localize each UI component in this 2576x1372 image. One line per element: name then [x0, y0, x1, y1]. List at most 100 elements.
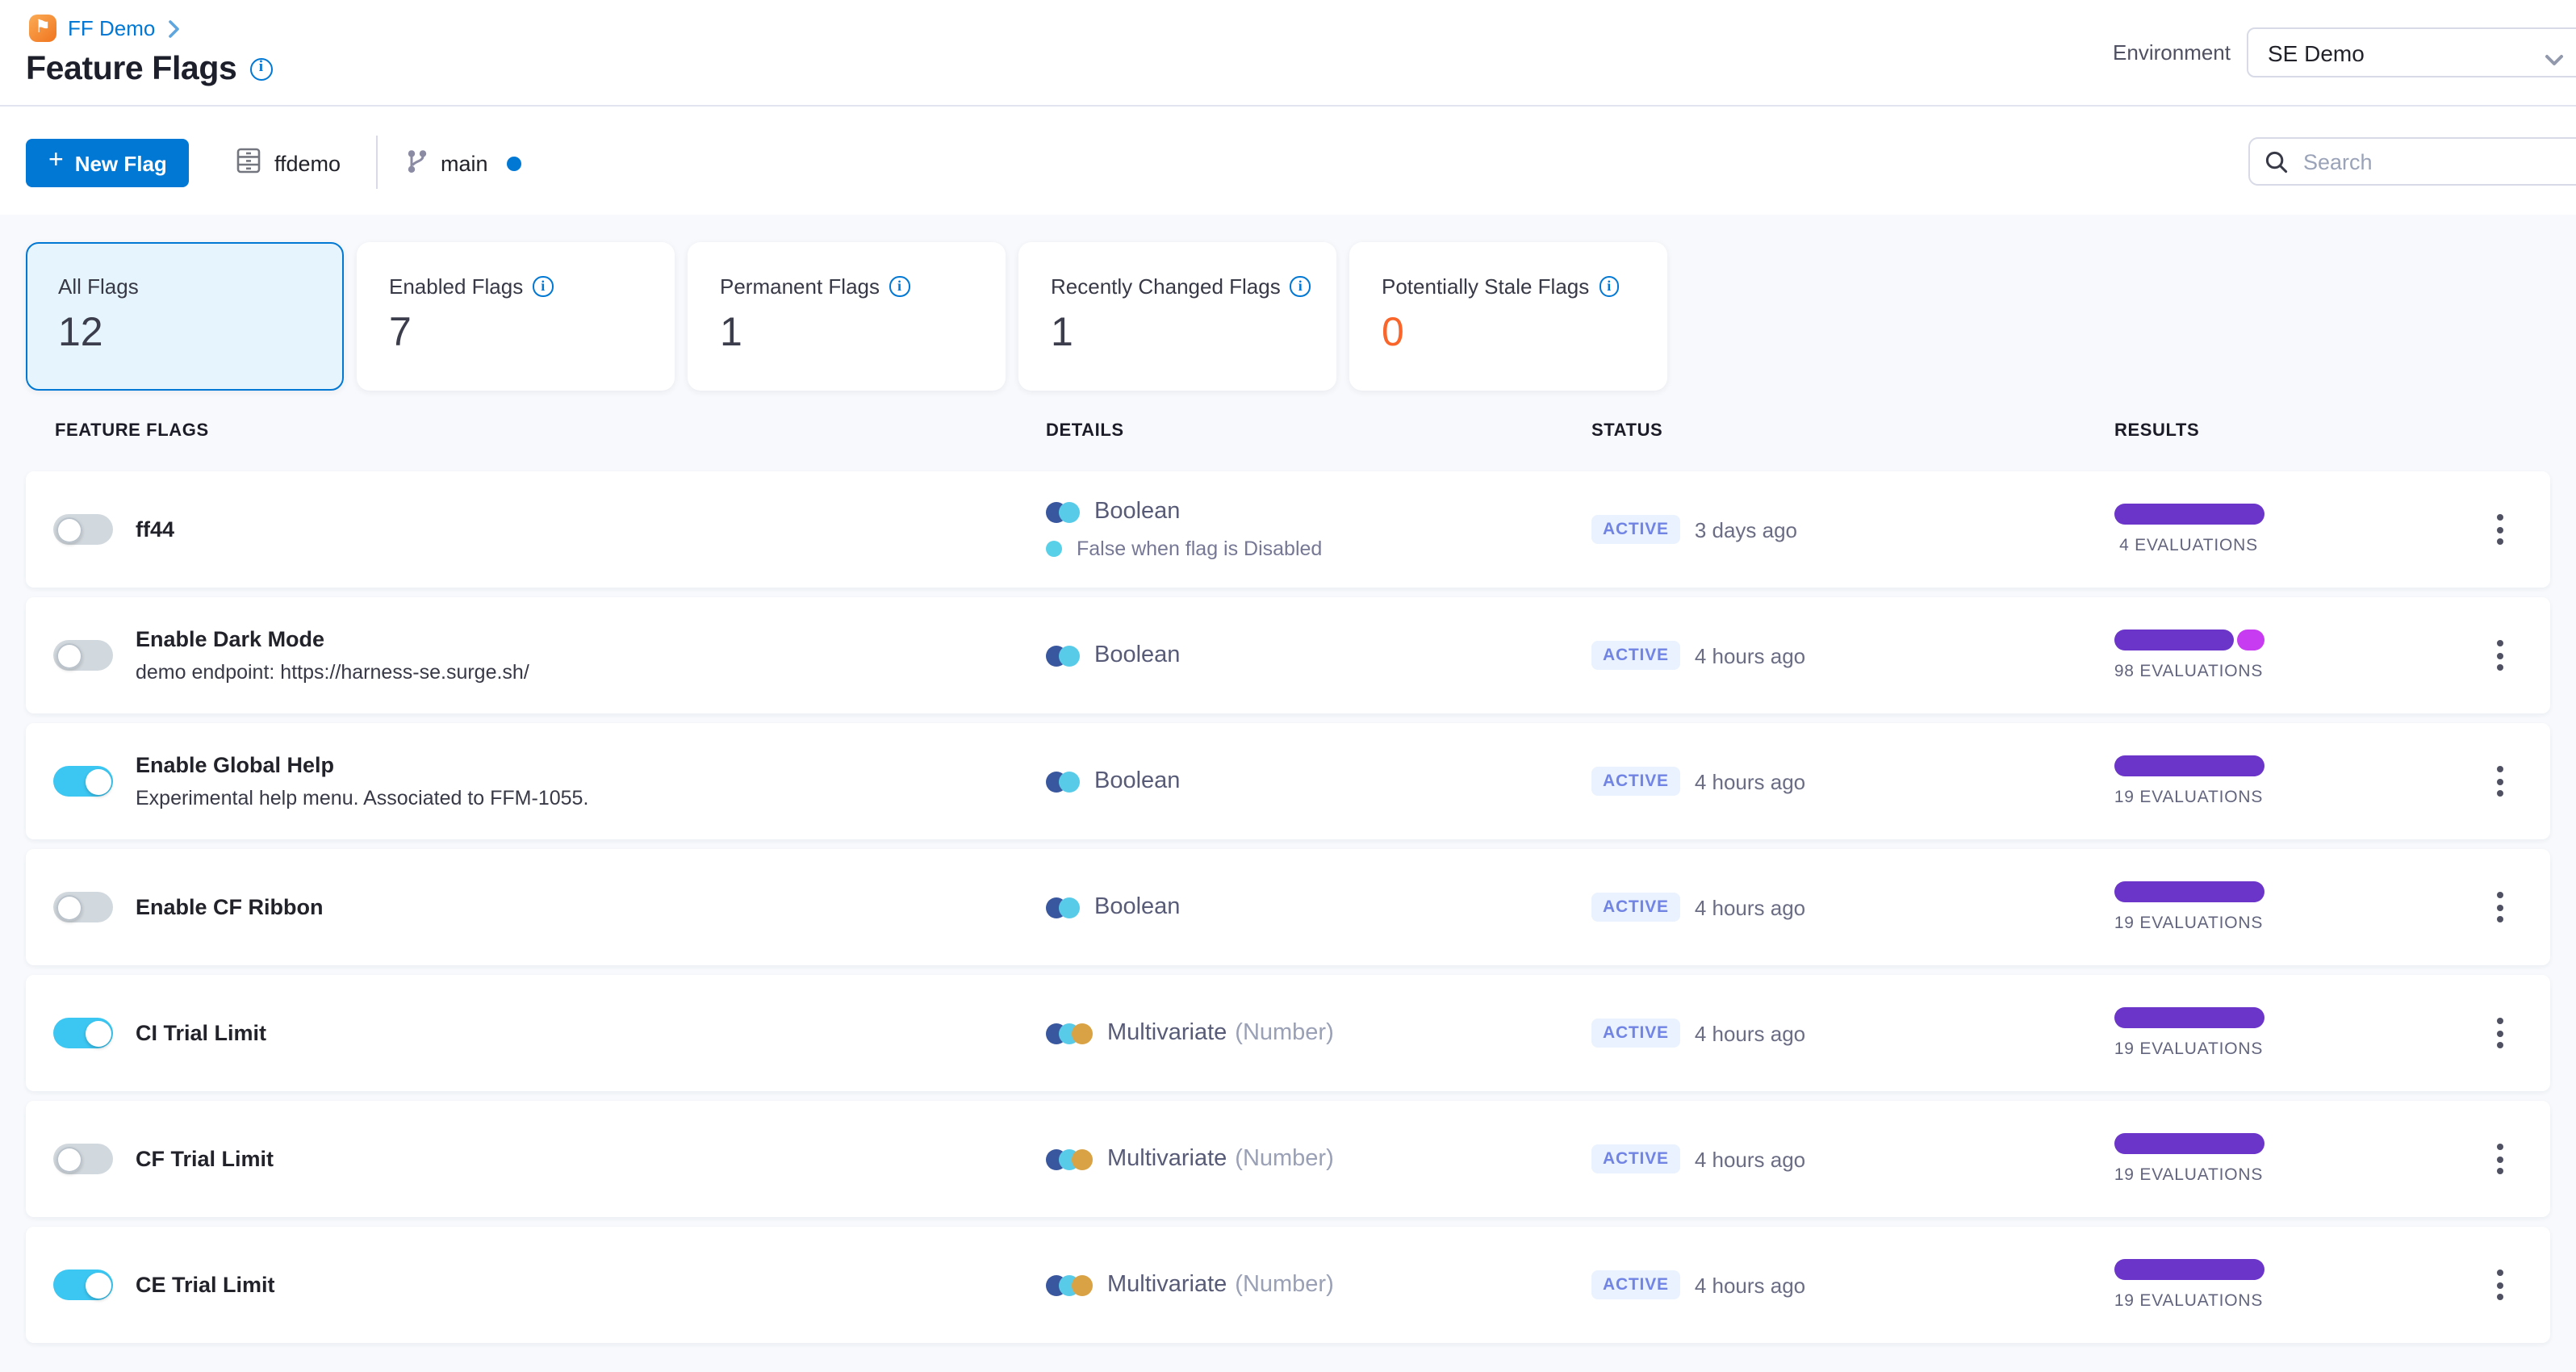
- row-menu-button[interactable]: [2486, 1137, 2515, 1181]
- row-menu-button[interactable]: [2486, 1011, 2515, 1055]
- table-row[interactable]: ff44 Boolean False when flag is Disabled…: [26, 471, 2550, 588]
- last-updated: 4 hours ago: [1694, 769, 1806, 793]
- status-badge: ACTIVE: [1591, 1270, 1680, 1299]
- flag-name-block: CE Trial Limit: [136, 1273, 275, 1297]
- status-badge: ACTIVE: [1591, 1144, 1680, 1173]
- branch-selector[interactable]: main: [405, 139, 522, 187]
- info-icon[interactable]: i: [249, 58, 273, 81]
- flag-results: 19 EVALUATIONS: [2027, 881, 2350, 933]
- table-row[interactable]: Enable Dark Mode demo endpoint: https://…: [26, 597, 2550, 713]
- table-row[interactable]: Enable CF Ribbon Boolean ACTIVE 4 hours …: [26, 849, 2550, 965]
- flag-description: Experimental help menu. Associated to FF…: [136, 787, 589, 809]
- stat-card[interactable]: Enabled Flags i 7: [357, 242, 675, 391]
- flag-type-line: Multivariate (Number): [1046, 1146, 1334, 1172]
- last-updated: 4 hours ago: [1694, 1147, 1806, 1171]
- status-badge: ACTIVE: [1591, 893, 1680, 922]
- evaluation-bar: [2114, 755, 2264, 776]
- type-circle-cyan: [1059, 645, 1080, 666]
- row-menu-button[interactable]: [2486, 885, 2515, 929]
- info-icon[interactable]: i: [533, 276, 554, 297]
- flag-default-note: False when flag is Disabled: [1046, 538, 1322, 560]
- new-flag-button[interactable]: + New Flag: [26, 139, 190, 187]
- flag-status: ACTIVE 4 hours ago: [1591, 1270, 1805, 1299]
- column-header-results: RESULTS: [2114, 421, 2200, 441]
- stat-card[interactable]: Permanent Flags i 1: [688, 242, 1006, 391]
- evaluation-bar-segment: [2236, 630, 2264, 650]
- table-row[interactable]: Enable Global Help Experimental help men…: [26, 723, 2550, 839]
- table-row[interactable]: CF Trial Limit Multivariate (Number) ACT…: [26, 1101, 2550, 1217]
- search-icon: [2264, 149, 2289, 174]
- flag-name: Enable CF Ribbon: [136, 895, 324, 919]
- flag-type-label: Multivariate: [1107, 1020, 1227, 1046]
- flag-default-note-text: False when flag is Disabled: [1077, 538, 1323, 560]
- evaluations-label: 19 EVALUATIONS: [2114, 914, 2264, 933]
- breadcrumb-project-link[interactable]: FF Demo: [68, 16, 155, 40]
- info-icon[interactable]: i: [889, 276, 910, 297]
- divider: [376, 136, 378, 189]
- flag-type-line: Boolean: [1046, 894, 1180, 920]
- flag-name-block: CI Trial Limit: [136, 1021, 266, 1045]
- stat-card[interactable]: Recently Changed Flags i 1: [1018, 242, 1336, 391]
- environment-select[interactable]: SE Demo: [2247, 27, 2576, 77]
- stat-card-label-row: Permanent Flags i: [720, 274, 1004, 299]
- search-input[interactable]: [2300, 148, 2573, 175]
- flag-toggle[interactable]: [53, 766, 113, 797]
- table-row[interactable]: CI Trial Limit Multivariate (Number) ACT…: [26, 975, 2550, 1091]
- flag-details: Boolean: [1046, 768, 1180, 794]
- evaluation-bar: [2114, 1133, 2264, 1154]
- table-row[interactable]: CE Trial Limit Multivariate (Number) ACT…: [26, 1227, 2550, 1343]
- stat-card-value: 1: [720, 310, 742, 355]
- flag-name-block: CF Trial Limit: [136, 1147, 274, 1171]
- repository-name: ffdemo: [274, 151, 341, 175]
- boolean-icon: [1046, 645, 1080, 666]
- flag-toggle[interactable]: [53, 892, 113, 922]
- evaluations-label: 19 EVALUATIONS: [2114, 788, 2264, 807]
- flag-type-label: Boolean: [1094, 894, 1181, 920]
- environment-label: Environment: [2113, 40, 2231, 65]
- flag-description: demo endpoint: https://harness-se.surge.…: [136, 661, 529, 684]
- flag-toggle[interactable]: [53, 1018, 113, 1048]
- evaluations-label: 19 EVALUATIONS: [2114, 1291, 2264, 1311]
- flag-toggle[interactable]: [53, 1144, 113, 1174]
- type-circle-cyan: [1059, 501, 1080, 522]
- info-icon[interactable]: i: [1599, 276, 1620, 297]
- row-menu-button[interactable]: [2486, 634, 2515, 677]
- branch-name: main: [441, 151, 488, 175]
- flag-results: 98 EVALUATIONS: [2027, 630, 2350, 681]
- flag-results: 19 EVALUATIONS: [2027, 1259, 2350, 1311]
- flag-type-label: Boolean: [1094, 768, 1181, 794]
- flag-toggle[interactable]: [53, 1270, 113, 1300]
- flag-name-block: Enable Dark Mode demo endpoint: https://…: [136, 627, 529, 684]
- row-menu-button[interactable]: [2486, 508, 2515, 551]
- stat-card-value: 0: [1382, 310, 1404, 355]
- evaluations-label: 19 EVALUATIONS: [2114, 1039, 2264, 1059]
- flag-type-label: Boolean: [1094, 499, 1181, 525]
- multivariate-icon: [1046, 1148, 1093, 1169]
- flag-toggle[interactable]: [53, 514, 113, 545]
- flag-type-line: Multivariate (Number): [1046, 1272, 1334, 1298]
- stat-card-label: Potentially Stale Flags: [1382, 274, 1590, 299]
- last-updated: 4 hours ago: [1694, 895, 1806, 919]
- flag-status: ACTIVE 4 hours ago: [1591, 893, 1805, 922]
- flag-name: CE Trial Limit: [136, 1273, 275, 1297]
- column-header-feature-flags: FEATURE FLAGS: [55, 421, 209, 441]
- stat-card[interactable]: All Flags 12: [26, 242, 344, 391]
- row-menu-button[interactable]: [2486, 1263, 2515, 1307]
- search-box: [2248, 137, 2576, 186]
- last-updated: 4 hours ago: [1694, 1021, 1806, 1045]
- flag-name: Enable Dark Mode: [136, 627, 325, 651]
- repository-selector[interactable]: ffdemo: [236, 139, 341, 187]
- evaluations-label: 98 EVALUATIONS: [2114, 662, 2264, 681]
- last-updated: 3 days ago: [1694, 517, 1798, 542]
- info-icon[interactable]: i: [1290, 276, 1311, 297]
- type-circle-cyan: [1059, 897, 1080, 918]
- stat-card[interactable]: Potentially Stale Flags i 0: [1349, 242, 1667, 391]
- variation-dot-icon: [1046, 541, 1062, 557]
- feature-flags-page: ⚑ FF Demo Feature Flags i Environment SE…: [0, 0, 2576, 1372]
- flag-toggle[interactable]: [53, 640, 113, 671]
- last-updated: 4 hours ago: [1694, 643, 1806, 667]
- evaluation-bar-segment: [2114, 630, 2233, 650]
- stat-card-label-row: Potentially Stale Flags i: [1382, 274, 1666, 299]
- row-menu-button[interactable]: [2486, 759, 2515, 803]
- status-badge: ACTIVE: [1591, 1019, 1680, 1048]
